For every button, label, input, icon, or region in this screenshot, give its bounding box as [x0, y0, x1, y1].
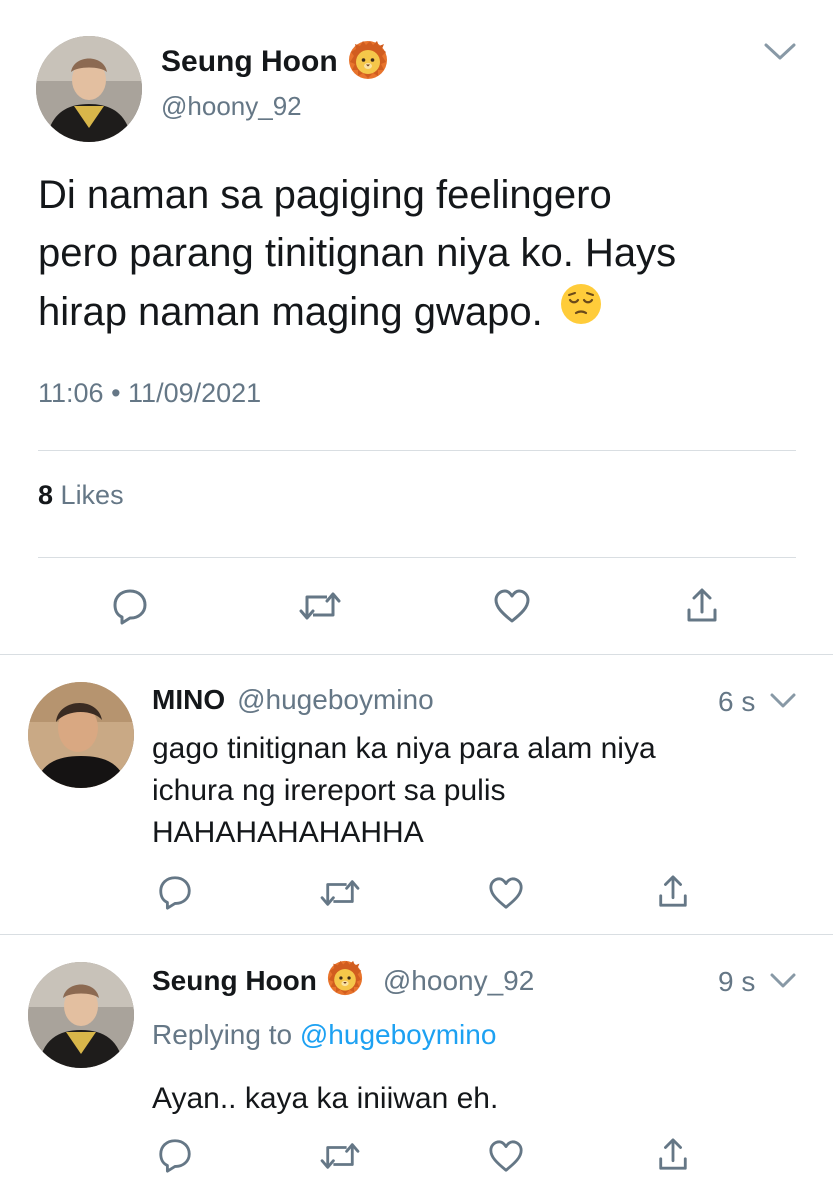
retweet-icon[interactable] [298, 588, 342, 624]
timestamp-separator: • [111, 378, 121, 408]
author-handle[interactable]: @hoony_92 [161, 91, 302, 122]
tweet-text-line: Di naman sa pagiging feelingero [38, 173, 612, 217]
like-icon[interactable] [492, 587, 532, 625]
tweet-text-line: Ayan.. kaya ka iniiwan eh. [152, 1082, 499, 1115]
lion-emoji-icon [327, 960, 363, 1003]
share-icon[interactable] [656, 1136, 690, 1174]
avatar[interactable] [28, 962, 134, 1068]
like-icon[interactable] [487, 1138, 525, 1174]
reply-icon[interactable] [110, 586, 150, 626]
tweet-timestamp: 11:06 • 11/09/2021 [38, 378, 261, 409]
replying-to: Replying to @hugeboymino [152, 1019, 496, 1051]
reply-time: 9 s [718, 966, 756, 997]
author-name[interactable]: Seung Hoon [152, 965, 317, 997]
tweet-text-line: ichura ng irereport sa pulis [152, 774, 506, 807]
author-name[interactable]: MINO [152, 684, 225, 716]
chevron-down-icon[interactable] [768, 971, 798, 991]
tweet-text: Ayan.. kaya ka iniiwan eh. [152, 1078, 498, 1120]
divider [38, 450, 796, 451]
lion-emoji-icon [348, 40, 388, 85]
chevron-down-icon[interactable] [768, 691, 798, 711]
likes-count-link[interactable]: 8 Likes [38, 480, 124, 511]
avatar[interactable] [36, 36, 142, 142]
author-handle[interactable]: @hugeboymino [237, 684, 434, 716]
author-handle[interactable]: @hoony_92 [383, 965, 534, 997]
retweet-icon[interactable] [319, 1139, 361, 1173]
reply-icon[interactable] [156, 873, 194, 911]
pensive-face-icon [559, 282, 603, 342]
share-icon[interactable] [656, 873, 690, 911]
author-name[interactable]: Seung Hoon [161, 45, 338, 79]
avatar[interactable] [28, 682, 134, 788]
replying-to-label: Replying to [152, 1019, 293, 1050]
chevron-down-icon[interactable] [762, 40, 798, 64]
likes-label: Likes [60, 480, 124, 510]
likes-count: 8 [38, 480, 54, 510]
tweet-text: Di naman sa pagiging feelingero pero par… [38, 166, 676, 342]
tweet-text-line: HAHAHAHAHAHHA [152, 816, 424, 849]
like-icon[interactable] [487, 875, 525, 911]
reply-time: 6 s [718, 686, 756, 717]
tweet-text: gago tinitignan ka niya para alam niya i… [152, 728, 656, 854]
tweet-text-line: hirap naman maging gwapo. [38, 290, 543, 334]
reply-icon[interactable] [156, 1136, 194, 1174]
divider [0, 654, 833, 655]
replying-to-handle[interactable]: @hugeboymino [300, 1019, 497, 1050]
tweet-time: 11:06 [38, 378, 104, 408]
tweet-date: 11/09/2021 [128, 378, 262, 408]
retweet-icon[interactable] [319, 876, 361, 910]
divider [38, 557, 796, 558]
tweet-text-line: gago tinitignan ka niya para alam niya [152, 732, 656, 765]
tweet-text-line: pero parang tinitignan niya ko. Hays [38, 231, 677, 275]
share-icon[interactable] [684, 586, 720, 626]
divider [0, 934, 833, 935]
